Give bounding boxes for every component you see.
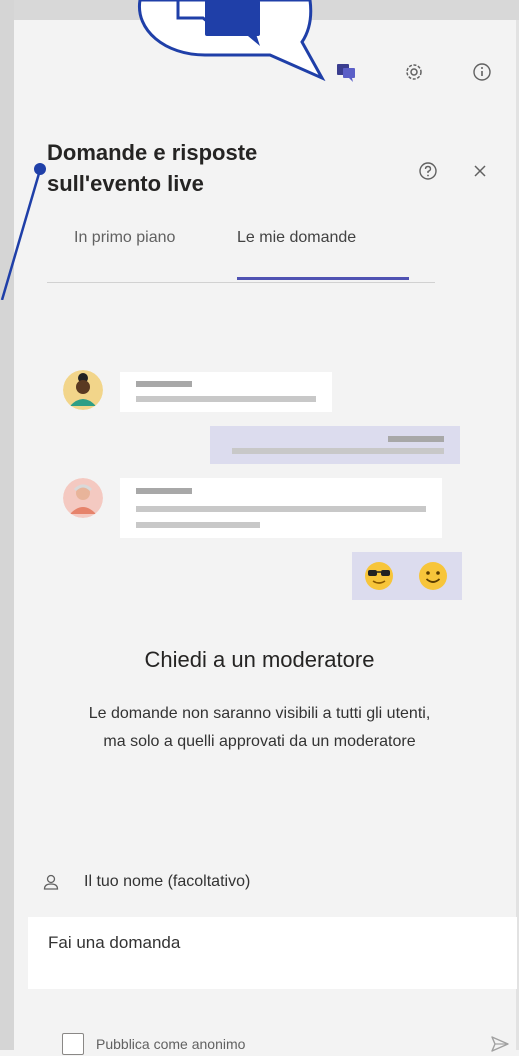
avatar [63,370,103,410]
tab-in-primo-piano[interactable]: In primo piano [74,229,175,247]
left-strip [0,0,14,1050]
panel-title-line2: sull'evento live [47,171,204,196]
avatar [63,478,103,518]
chat-bubble-incoming [120,372,332,412]
info-icon[interactable] [468,58,496,86]
chat-bubble-incoming [120,478,442,538]
empty-state-description-line1: Le domande non saranno visibili a tutti … [88,705,431,722]
panel-title: Domande e risposte sull'evento live [47,137,347,199]
sunglasses-emoji-icon [365,562,393,590]
name-field[interactable]: Il tuo nome (facoltativo) [42,873,250,891]
anonymous-checkbox[interactable] [62,1033,84,1055]
tab-le-mie-domande[interactable]: Le mie domande [237,229,356,247]
empty-state-heading: Chiedi a un moderatore [144,647,375,672]
help-icon[interactable] [414,157,442,185]
gear-icon[interactable] [400,58,428,86]
anonymous-option: Pubblica come anonimo [62,1033,245,1055]
question-input-placeholder: Fai una domanda [48,933,181,952]
tab-divider [47,282,435,283]
close-icon[interactable] [466,157,494,185]
send-icon[interactable] [488,1032,512,1056]
empty-state-description-line2: ma solo a quelli approvati da un moderat… [103,733,416,750]
question-input[interactable]: Fai una domanda [28,917,517,989]
smile-emoji-icon [419,562,447,590]
chat-bubble-emoji [352,552,462,600]
name-field-label: Il tuo nome (facoltativo) [84,873,251,890]
person-icon [43,874,59,890]
qa-chat-icon[interactable] [332,58,360,86]
chat-bubble-outgoing [210,426,460,464]
empty-state-description: Le domande non saranno visibili a tutti … [0,700,519,756]
panel-title-line1: Domande e risposte [47,140,258,165]
top-strip [0,0,519,20]
tab-selected-indicator [237,277,409,280]
callout-dot [34,163,46,175]
